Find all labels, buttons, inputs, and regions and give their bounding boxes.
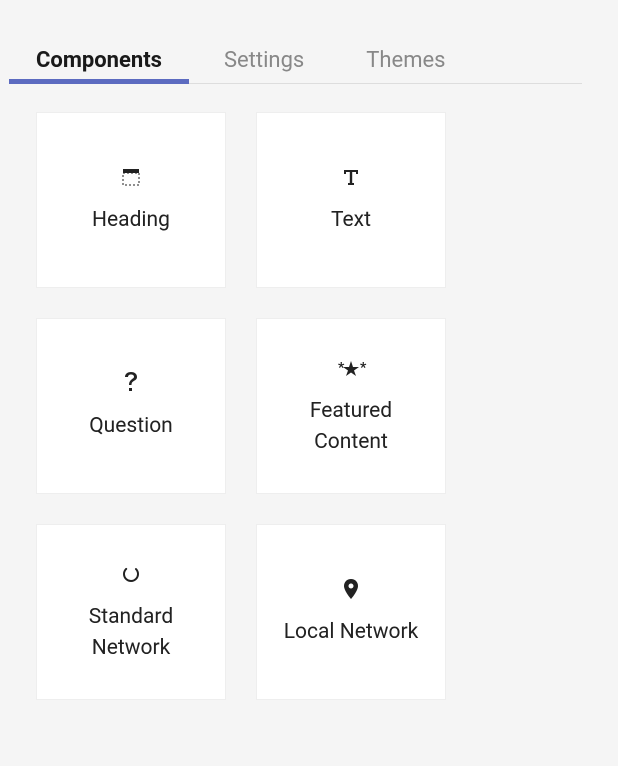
card-label: Local Network [284,617,419,649]
card-heading[interactable]: Heading [36,112,226,288]
question-icon [122,369,140,397]
card-featured-content[interactable]: * * Featured Content [256,318,446,494]
tab-components[interactable]: Components [36,38,162,83]
svg-text:*: * [338,360,345,376]
component-grid: Heading Text Question * [0,84,618,728]
tab-bar: Components Settings Themes [36,0,582,84]
svg-text:*: * [360,360,367,376]
heading-icon [121,163,141,191]
card-label: Featured Content [273,396,429,459]
card-label: Heading [92,205,170,237]
card-label: Question [89,411,173,443]
card-label: Text [331,205,371,237]
card-local-network[interactable]: Local Network [256,524,446,700]
tab-settings[interactable]: Settings [224,38,304,83]
card-label: Standard Network [53,602,209,665]
featured-icon: * * [333,354,369,382]
text-icon [341,163,361,191]
tab-themes[interactable]: Themes [366,38,445,83]
pin-icon [342,575,360,603]
card-question[interactable]: Question [36,318,226,494]
spinner-icon [121,560,141,588]
card-text[interactable]: Text [256,112,446,288]
components-panel: Components Settings Themes Heading Text [0,0,618,728]
card-standard-network[interactable]: Standard Network [36,524,226,700]
